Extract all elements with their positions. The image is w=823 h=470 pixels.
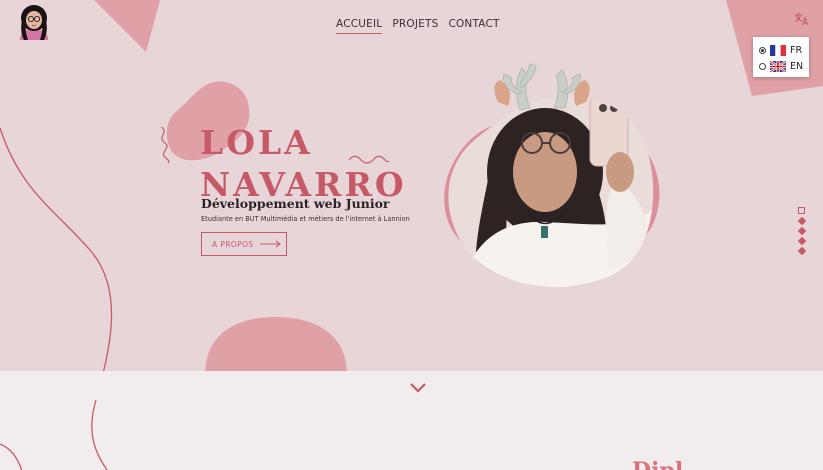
about-button-label: A PROPOS	[212, 239, 254, 249]
nav-contact[interactable]: CONTACT	[448, 18, 499, 30]
decor-squiggle-left	[160, 126, 170, 164]
section-dot-2[interactable]	[797, 216, 806, 226]
radio-en[interactable]	[759, 62, 766, 70]
decor-half-circle	[205, 317, 347, 371]
language-selector: FR EN	[753, 37, 809, 77]
hero-name: LOLA NAVARRO	[200, 122, 407, 206]
hero-description: Etudiante en BUT Multimédia et métiers d…	[201, 215, 410, 223]
scroll-down-chevron-icon[interactable]	[409, 382, 427, 394]
about-button[interactable]: A PROPOS	[201, 232, 287, 256]
section-heading: Dipl	[632, 458, 683, 470]
arrow-right-icon	[259, 240, 281, 248]
hero-role: Développement web Junior	[201, 196, 390, 211]
section-dots	[797, 207, 806, 256]
translate-icon[interactable]	[794, 12, 809, 26]
decor-curve-line	[0, 127, 113, 371]
hero-name-first: LOLA	[200, 123, 313, 162]
decor-curve-line-lower	[0, 399, 108, 470]
section-dot-1[interactable]	[798, 207, 805, 214]
nav-accueil[interactable]: ACCUEIL	[336, 18, 383, 34]
profile-photo	[444, 63, 660, 288]
language-label-en: EN	[790, 60, 804, 72]
uk-flag-icon	[770, 60, 786, 72]
nav-projets[interactable]: PROJETS	[392, 18, 438, 30]
section-dot-3[interactable]	[797, 226, 806, 236]
language-option-en[interactable]: EN	[759, 58, 804, 74]
avatar[interactable]	[16, 4, 52, 42]
main-nav: ACCUEIL PROJETS CONTACT	[336, 18, 500, 34]
france-flag-icon	[770, 44, 786, 56]
hero-section: ACCUEIL PROJETS CONTACT FR EN LOLA NAVAR…	[0, 0, 823, 371]
radio-fr[interactable]	[759, 46, 766, 54]
language-label-fr: FR	[790, 44, 803, 56]
section-dot-5[interactable]	[797, 246, 806, 256]
section-dot-4[interactable]	[797, 236, 806, 246]
language-option-fr[interactable]: FR	[759, 42, 804, 58]
